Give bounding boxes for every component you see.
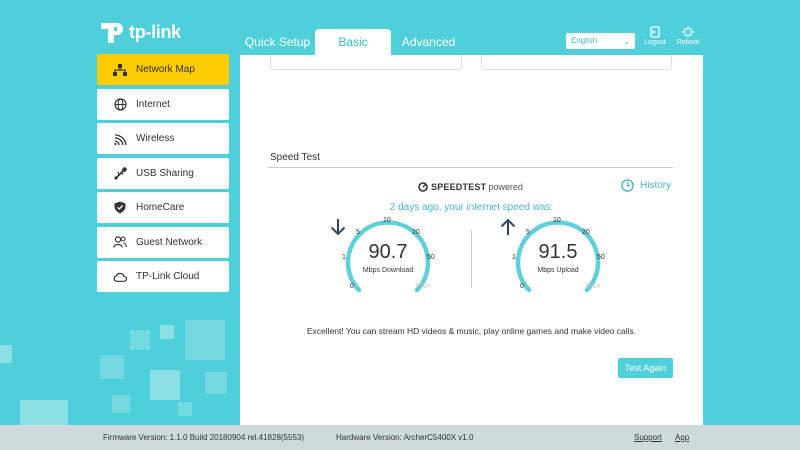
history-link[interactable]: History (621, 179, 671, 192)
gauge-tick-label: 20 (582, 229, 590, 236)
wifi-icon (113, 132, 127, 146)
background-decoration (150, 370, 180, 400)
sidebar-item-internet[interactable]: Internet (97, 88, 229, 120)
clock-icon (621, 179, 634, 192)
tplink-logo: tp-link (97, 18, 181, 46)
download-gauge: 0 1 5 10 20 50 100+ 90.7 Mbps Download (328, 217, 448, 302)
gauge-tick-label: 0 (350, 283, 354, 290)
sidebar-item-label: Network Map (136, 64, 195, 75)
app-link[interactable]: App (675, 433, 689, 442)
speed-result-message: Excellent! You can stream HD videos & mu… (306, 326, 637, 336)
language-value: English (571, 36, 598, 45)
sidebar-item-label: HomeCare (136, 202, 185, 213)
gauge-tick-label: 10 (383, 217, 391, 224)
arrow-up-icon (500, 218, 516, 235)
test-again-button[interactable]: Test Again (618, 358, 673, 378)
support-link[interactable]: Support (634, 433, 662, 442)
gauge-divider (471, 230, 472, 288)
speedtest-brand: SPEEDTEST powered (418, 182, 523, 192)
sidebar-item-homecare[interactable]: HomeCare (97, 192, 229, 223)
speed-test-title: Speed Test (270, 152, 320, 163)
sidebar-item-label: Wireless (136, 133, 175, 144)
language-select[interactable]: English ⌄ (566, 33, 635, 49)
section-divider (268, 167, 673, 168)
network-map-icon (113, 63, 127, 77)
gauge-tick-label: 5 (526, 229, 530, 236)
gauge-tick-label: 5 (356, 229, 360, 236)
top-tabs: Quick Setup Basic Advanced (240, 29, 466, 56)
sidebar-item-label: Guest Network (136, 236, 203, 248)
status-card-right (481, 55, 672, 70)
footer: Firmware Version: 1.1.0 Build 20180904 r… (0, 425, 800, 450)
logout-icon (650, 26, 660, 38)
tab-basic[interactable]: Basic (315, 29, 391, 56)
background-decoration (178, 402, 192, 416)
background-decoration (100, 355, 124, 379)
logo-text: tp-link (129, 21, 181, 42)
tab-advanced[interactable]: Advanced (391, 29, 466, 56)
upload-gauge: 0 1 5 10 20 50 100+ 91.5 Mbps Upload (498, 217, 618, 302)
upload-speed-value: 91.5 (538, 241, 578, 263)
background-decoration (0, 345, 12, 363)
main-panel: Speed Test SPEEDTEST powered History 2 d… (240, 55, 703, 425)
speedtest-powered: powered (488, 182, 523, 192)
gauge-tick-label: 100+ (585, 283, 601, 290)
gauge-tick-label: 10 (553, 217, 561, 224)
speedtest-logo-icon (418, 182, 428, 192)
speed-summary: 2 days ago, your internet speed was: (389, 202, 554, 213)
gauge-tick-label: 100+ (415, 283, 431, 290)
sidebar-item-wireless[interactable]: Wireless (97, 123, 229, 154)
download-speed-value: 90.7 (368, 241, 408, 263)
history-label: History (640, 180, 672, 191)
arrow-down-icon (330, 219, 346, 236)
status-card-left (270, 55, 462, 70)
chevron-down-icon: ⌄ (623, 37, 630, 46)
guests-icon (113, 235, 127, 249)
logout-button[interactable]: Logout (641, 26, 669, 46)
gauge-tick-label: 20 (412, 229, 420, 236)
reboot-icon (682, 26, 694, 38)
reboot-label: Reboot (676, 39, 700, 46)
globe-icon (113, 97, 127, 111)
sidebar-item-label: TP-Link Cloud (136, 271, 200, 282)
sidebar: Network Map Internet Wireless USB Sharin… (97, 54, 229, 296)
hardware-version: Hardware Version: ArcherC5400X v1.0 (336, 433, 474, 442)
reboot-button[interactable]: Reboot (674, 26, 702, 46)
usb-icon (113, 166, 127, 180)
cloud-icon (113, 270, 127, 284)
speedtest-brand-name: SPEEDTEST (431, 182, 487, 192)
sidebar-item-label: Internet (136, 98, 170, 110)
shield-icon (113, 201, 127, 215)
background-decoration (185, 320, 225, 360)
download-speed-unit: Mbps Download (362, 267, 414, 274)
background-decoration (130, 330, 150, 350)
sidebar-item-usb-sharing[interactable]: USB Sharing (97, 157, 229, 189)
firmware-version: Firmware Version: 1.1.0 Build 20180904 r… (103, 433, 305, 442)
background-decoration (20, 400, 68, 425)
sidebar-item-tplink-cloud[interactable]: TP-Link Cloud (97, 261, 229, 292)
sidebar-item-network-map[interactable]: Network Map (97, 54, 229, 85)
sidebar-item-guest-network[interactable]: Guest Network (97, 226, 229, 258)
upload-speed-unit: Mbps Upload (537, 267, 579, 274)
gauge-tick-label: 0 (520, 283, 524, 290)
background-decoration (205, 372, 227, 394)
sidebar-item-label: USB Sharing (136, 167, 194, 179)
logout-label: Logout (644, 39, 666, 46)
background-decoration (160, 325, 174, 339)
tplink-logo-icon (101, 23, 123, 43)
background-decoration (112, 395, 130, 413)
tab-quick-setup[interactable]: Quick Setup (240, 29, 315, 56)
